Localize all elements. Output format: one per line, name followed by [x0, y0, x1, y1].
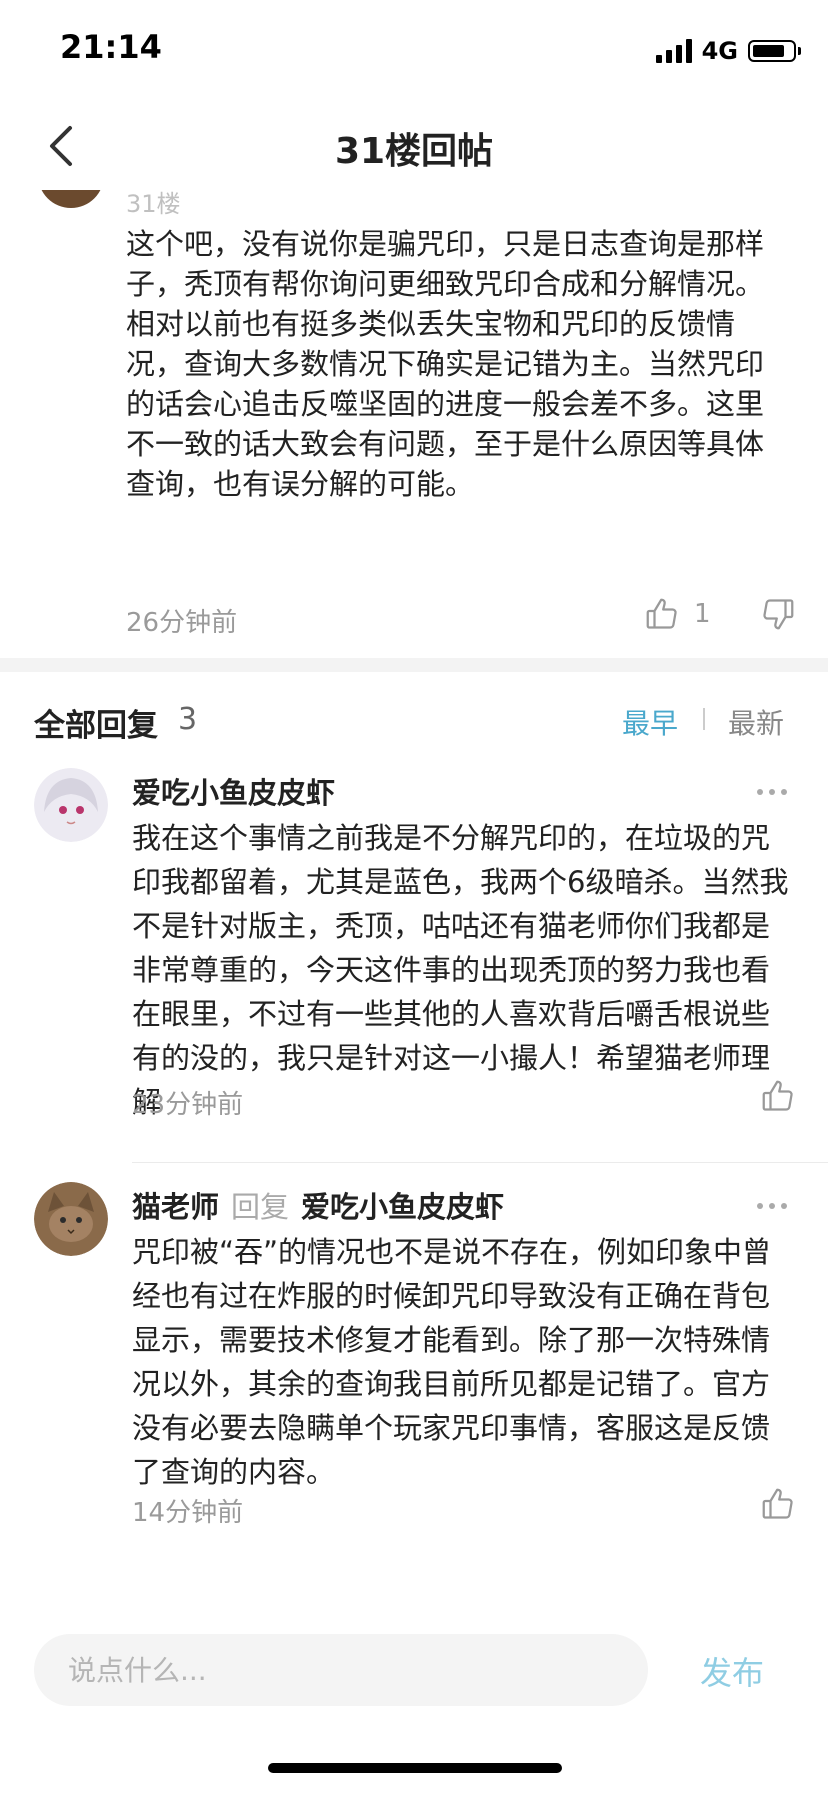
- thumbs-up-icon: [762, 1488, 793, 1519]
- reply-author[interactable]: 爱吃小鱼皮皮虾: [132, 770, 335, 812]
- more-options-button[interactable]: [756, 782, 788, 801]
- page-title: 31楼回帖: [334, 131, 494, 172]
- reply-verb: 回复: [231, 1190, 290, 1224]
- reply-timestamp: 14分钟前: [132, 1498, 244, 1528]
- avatar[interactable]: [34, 1182, 108, 1256]
- publish-button[interactable]: 发布: [700, 1648, 764, 1694]
- sort-latest-tab[interactable]: 最新: [728, 702, 784, 742]
- more-dots-icon: [757, 789, 787, 795]
- reply-author[interactable]: 猫老师: [132, 1184, 219, 1226]
- cat-avatar-icon: [34, 1182, 108, 1256]
- thumbs-up-icon: [646, 598, 677, 629]
- replies-header: 全部回复 3 最早 最新: [0, 672, 828, 762]
- section-divider: [0, 658, 828, 672]
- status-indicators: 4G: [655, 36, 801, 66]
- more-options-button[interactable]: [756, 1196, 788, 1215]
- reply-timestamp: 23分钟前: [132, 1090, 244, 1120]
- replies-title: 全部回复: [34, 708, 158, 744]
- replies-count: 3: [178, 702, 198, 737]
- post-body: 这个吧，没有说你是骗咒印，只是日志查询是那样子，秃顶有帮你询问更细致咒印合成和分…: [126, 227, 765, 501]
- main-post: 31楼 这个吧，没有说你是骗咒印，只是日志查询是那样子，秃顶有帮你询问更细致咒印…: [0, 190, 828, 658]
- thread-content[interactable]: 31楼 这个吧，没有说你是骗咒印，只是日志查询是那样子，秃顶有帮你询问更细致咒印…: [0, 190, 828, 1620]
- network-type: 4G: [701, 37, 738, 65]
- like-button[interactable]: 1: [644, 596, 711, 632]
- avatar[interactable]: [34, 768, 108, 842]
- sort-earliest-tab[interactable]: 最早: [622, 702, 678, 742]
- comment-composer: 发布: [0, 1620, 828, 1793]
- signal-strength-icon: [655, 39, 692, 63]
- thumbs-down-icon: [763, 599, 794, 630]
- status-bar: 21:14 4G: [0, 0, 828, 100]
- post-timestamp: 26分钟前: [126, 608, 238, 638]
- reply-item: 爱吃小鱼皮皮虾 我在这个事情之前我是不分解咒印的，在垃圾的咒印我都留着，尤其是蓝…: [0, 762, 828, 1176]
- like-count: 1: [694, 599, 711, 629]
- more-dots-icon: [757, 1203, 787, 1209]
- post-floor-label: 31楼: [126, 190, 181, 218]
- reply-author-line: 猫老师 回复 爱吃小鱼皮皮虾: [132, 1184, 504, 1226]
- battery-icon: [748, 40, 801, 62]
- user-avatar-icon: [34, 768, 108, 842]
- nav-bar: 31楼回帖: [0, 100, 828, 190]
- status-time: 21:14: [60, 28, 162, 66]
- reply-body: 我在这个事情之前我是不分解咒印的，在垃圾的咒印我都留着，尤其是蓝色，我两个6级暗…: [132, 821, 789, 1119]
- reply-target-user[interactable]: 爱吃小鱼皮皮虾: [301, 1184, 504, 1226]
- like-button[interactable]: [760, 1078, 796, 1118]
- reply-divider: [132, 1162, 828, 1163]
- reply-body: 咒印被“吞”的情况也不是说不存在，例如印象中曾经也有过在炸服的时候卸咒印导致没有…: [132, 1235, 772, 1489]
- avatar[interactable]: [38, 190, 104, 208]
- dislike-button[interactable]: [760, 596, 796, 636]
- thumbs-up-icon: [762, 1080, 793, 1111]
- like-button[interactable]: [760, 1486, 796, 1526]
- reply-author-line: 爱吃小鱼皮皮虾: [132, 770, 335, 812]
- comment-input[interactable]: [34, 1634, 648, 1706]
- sort-divider: [703, 708, 705, 730]
- home-indicator[interactable]: [268, 1763, 562, 1773]
- reply-item: 猫老师 回复 爱吃小鱼皮皮虾 咒印被“吞”的情况也不是说不存在，例如印象中曾经也…: [0, 1176, 828, 1556]
